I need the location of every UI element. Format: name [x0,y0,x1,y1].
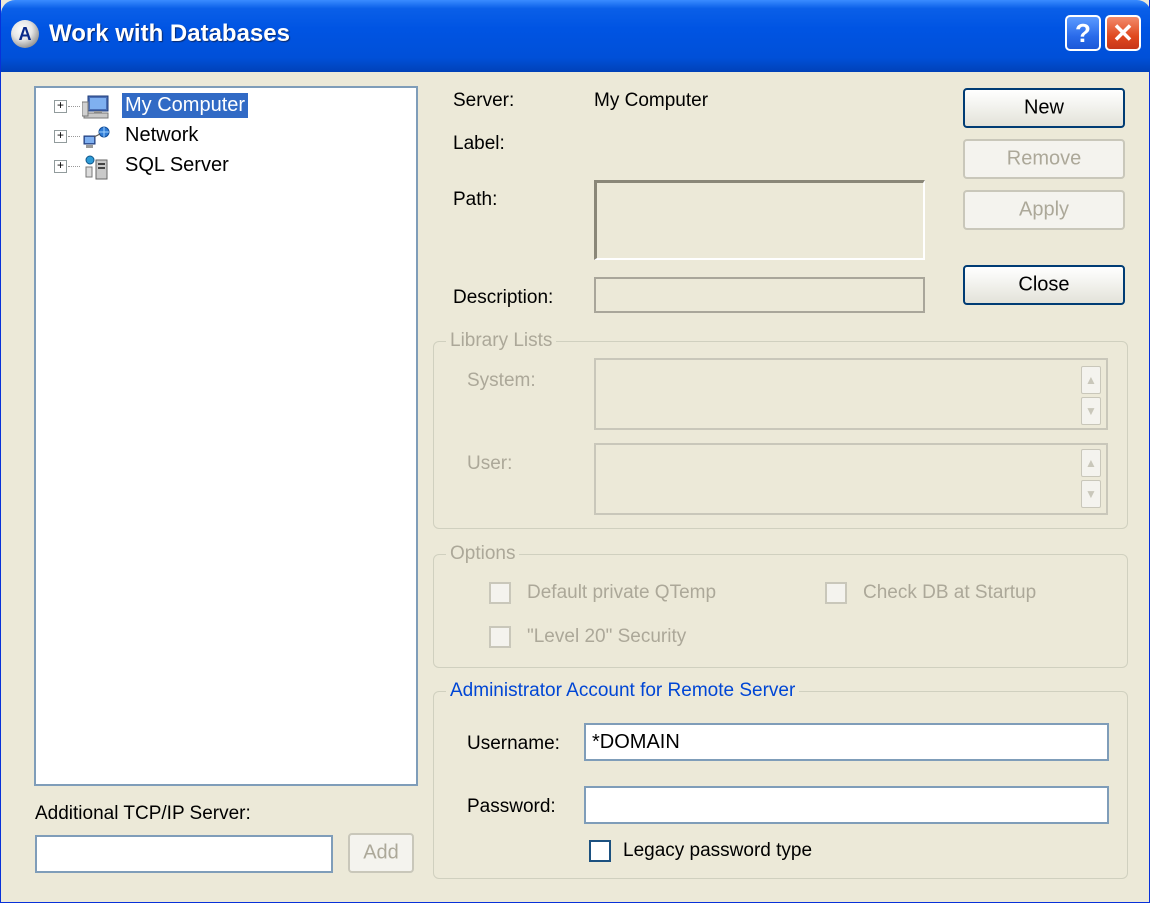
close-window-button[interactable]: ✕ [1105,15,1141,51]
username-input[interactable] [584,723,1109,761]
server-value: My Computer [594,90,709,111]
default-private-qtemp-checkbox[interactable] [489,582,511,604]
close-button[interactable]: Close [963,265,1125,305]
close-button-label: Close [1018,273,1070,296]
user-scroll-down-icon[interactable]: ▼ [1081,480,1101,508]
password-label: Password: [467,796,556,817]
server-tree-view[interactable]: + My Computer + Network + SQL Server [34,86,418,786]
label-label: Label: [453,133,505,154]
description-field[interactable] [594,277,925,313]
expand-icon[interactable]: + [54,130,67,143]
path-label: Path: [453,189,498,210]
new-button[interactable]: New [963,88,1125,128]
user-label: User: [467,453,513,474]
close-icon: ✕ [1112,18,1134,48]
network-icon [83,126,110,148]
apply-button-label: Apply [1018,198,1070,221]
legacy-password-type-checkbox[interactable] [589,840,611,862]
expand-icon[interactable]: + [54,100,67,113]
app-icon: A [11,20,39,48]
add-button[interactable]: Add [348,833,414,873]
remove-button-label: Remove [1006,147,1082,170]
help-button[interactable]: ? [1065,15,1101,51]
question-mark-icon: ? [1075,18,1091,48]
expand-icon[interactable]: + [54,160,67,173]
tree-item-label: Network [125,124,199,146]
default-private-qtemp-label: Default private QTemp [527,582,717,603]
password-input[interactable] [584,786,1109,824]
system-scroll-down-icon[interactable]: ▼ [1081,397,1101,425]
new-button-label: New [1023,96,1064,119]
title-bar[interactable]: A Work with Databases ? ✕ [1,0,1150,72]
tree-item-label: SQL Server [125,154,229,176]
tree-connector [68,106,80,107]
add-button-label: Add [363,841,399,864]
sql-server-icon [85,155,108,180]
computer-icon [82,95,109,119]
options-title: Options [446,543,520,565]
tree-connector [68,136,80,137]
tcp-server-input[interactable] [35,835,333,873]
tree-connector [68,166,80,167]
check-db-at-startup-label: Check DB at Startup [863,582,1037,603]
work-with-databases-dialog: A Work with Databases ? ✕ + My Computer … [0,0,1150,903]
system-library-list[interactable] [594,358,1108,430]
remove-button[interactable]: Remove [963,139,1125,179]
description-label: Description: [453,287,554,308]
window-title: Work with Databases [49,20,290,47]
user-scroll-up-icon[interactable]: ▲ [1081,449,1101,477]
system-scroll-up-icon[interactable]: ▲ [1081,366,1101,394]
path-field[interactable] [594,180,925,260]
check-db-at-startup-checkbox[interactable] [825,582,847,604]
user-library-list[interactable] [594,443,1108,515]
options-group: Options [433,543,1128,668]
apply-button[interactable]: Apply [963,190,1125,230]
tcp-server-label: Additional TCP/IP Server: [35,803,251,824]
library-lists-title: Library Lists [446,330,557,352]
username-label: Username: [467,733,560,754]
admin-account-title: Administrator Account for Remote Server [446,680,800,702]
level20-security-checkbox[interactable] [489,626,511,648]
system-label: System: [467,370,536,391]
level20-security-label: "Level 20" Security [527,626,687,647]
legacy-password-type-label: Legacy password type [623,840,813,861]
tree-item-label: My Computer [122,93,249,118]
server-label: Server: [453,90,515,111]
